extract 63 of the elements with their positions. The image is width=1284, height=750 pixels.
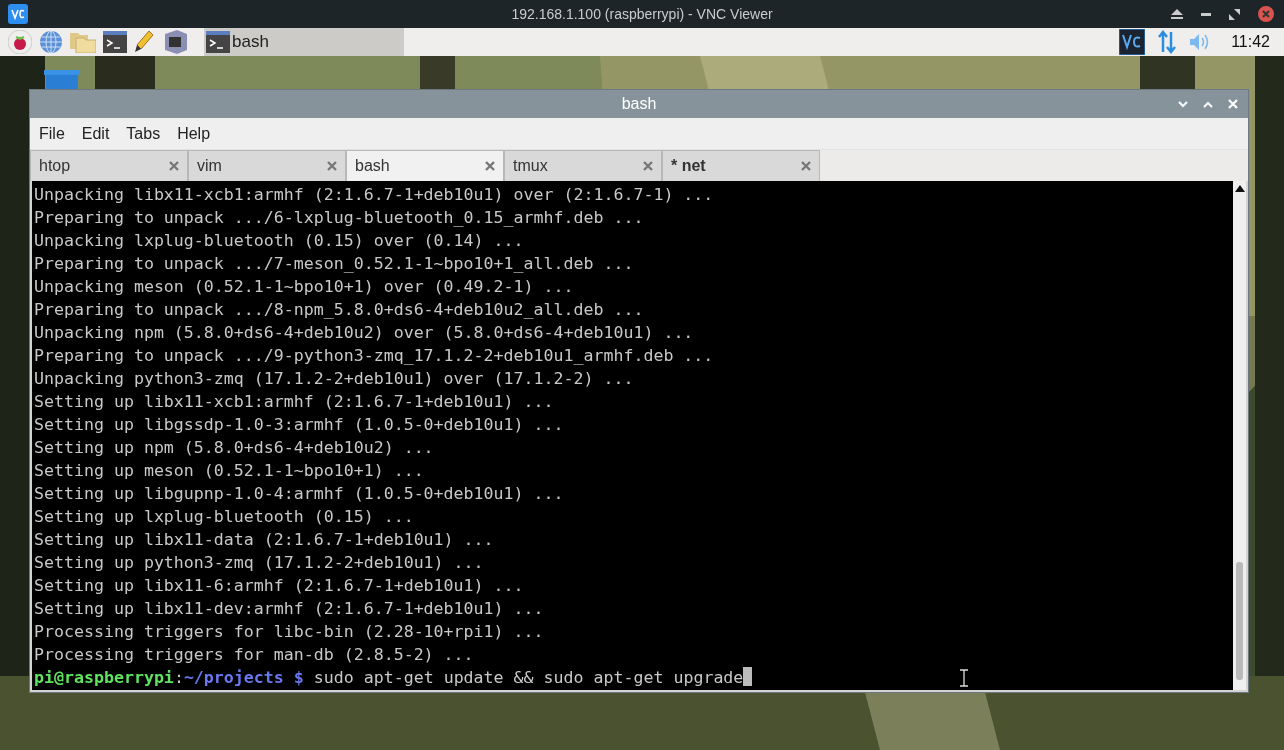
clock: 11:42 (1231, 33, 1270, 51)
pencil-icon[interactable] (134, 30, 154, 54)
tab[interactable]: tmux (504, 150, 662, 181)
eject-icon[interactable] (1171, 9, 1183, 19)
prompt-path: ~/projects $ (183, 668, 304, 687)
output-line: Unpacking lxplug-bluetooth (0.15) over (0.14) ... (34, 230, 525, 252)
viewer-title: 192.168.1.100 (raspberrypi) - VNC Viewer (511, 6, 773, 22)
close-icon[interactable] (1228, 99, 1238, 109)
output-line: Setting up meson (0.52.1-1~bpo10+1) ... (34, 460, 425, 482)
prompt-user-host: pi@raspberrypi (34, 668, 174, 687)
output-line: Preparing to unpack .../9-python3-zmq_17.1.2-2+deb10u1_armhf.deb ... (34, 345, 715, 367)
scrollbar-thumb[interactable] (1236, 562, 1243, 680)
output-line: Setting up npm (5.8.0+ds6-4+deb10u2) ... (34, 437, 435, 459)
vnc-logo-icon (8, 4, 28, 24)
close-tab-icon[interactable] (169, 161, 179, 171)
text-cursor-icon (960, 669, 968, 687)
menu-item[interactable]: File (39, 124, 65, 143)
output-line: Setting up libx11-xcb1:armhf (2:1.6.7-1+deb10u1) ... (34, 391, 555, 413)
vnc-tray-icon[interactable] (1119, 29, 1146, 55)
menu-item[interactable]: Help (177, 124, 211, 143)
tab[interactable]: vim (188, 150, 346, 181)
task-button[interactable]: bash (204, 28, 404, 56)
output-line: Setting up python3-zmq (17.1.2-2+deb10u1) ... (34, 552, 485, 574)
output-line: Processing triggers for man-db (2.8.5-2) ... (34, 644, 475, 666)
output-line: Unpacking libx11-xcb1:armhf (2:1.6.7-1+deb10u1) over (2:1.6.7-1) ... (34, 184, 715, 206)
close-tab-icon[interactable] (327, 161, 337, 171)
window-title: bash (621, 95, 657, 113)
scrollbar[interactable] (1233, 181, 1246, 690)
output-line: Setting up libgupnp-1.0-4:armhf (1.0.5-0+deb10u1) ... (34, 483, 565, 505)
output-line: Processing triggers for libc-bin (2.28-10+rpi1) ... (34, 621, 545, 643)
output-line: Setting up libx11-dev:armhf (2:1.6.7-1+deb10u1) ... (34, 598, 545, 620)
tab[interactable]: bash (346, 150, 504, 181)
close-tab-icon[interactable] (801, 161, 811, 171)
menu-item[interactable]: Edit (81, 124, 110, 143)
output-line: Unpacking python3-zmq (17.1.2-2+deb10u1) over (17.1.2-2) ... (34, 368, 635, 390)
output-line: Preparing to unpack .../7-meson_0.52.1-1~bpo10+1_all.deb ... (34, 253, 635, 275)
raspberry-icon[interactable] (8, 30, 32, 54)
minimize-icon[interactable] (1201, 12, 1211, 16)
prompt-separator: : (173, 668, 184, 687)
command-text: sudo apt-get update && sudo apt-get upgrade (313, 668, 744, 687)
terminal-icon[interactable] (103, 31, 127, 53)
terminal-icon (206, 31, 230, 53)
close-tab-icon[interactable] (643, 161, 653, 171)
scroll-up-icon[interactable] (1234, 185, 1245, 192)
folder-icon[interactable] (70, 31, 96, 53)
network-arrows-icon[interactable] (1157, 30, 1178, 54)
output-line: Setting up libx11-6:armhf (2:1.6.7-1+deb10u1) ... (34, 575, 525, 597)
text-cursor (743, 667, 753, 686)
restore-icon[interactable] (1229, 8, 1240, 20)
tab[interactable]: htop (30, 150, 188, 181)
output-line: Unpacking meson (0.52.1-1~bpo10+1) over (0.49.2-1) ... (34, 276, 575, 298)
output-line: Setting up lxplug-bluetooth (0.15) ... (34, 506, 415, 528)
output-line: Preparing to unpack .../6-lxplug-bluetooth_0.15_armhf.deb ... (34, 207, 645, 229)
output-line: Unpacking npm (5.8.0+ds6-4+deb10u2) over (5.8.0+ds6-4+deb10u1) ... (34, 322, 695, 344)
globe-icon[interactable] (39, 30, 63, 54)
output-line: Preparing to unpack .../8-npm_5.8.0+ds6-4+deb10u2_all.deb ... (34, 299, 645, 321)
output-line: Setting up libx11-data (2:1.6.7-1+deb10u1) ... (34, 529, 495, 551)
maximize-icon[interactable] (1203, 100, 1213, 108)
close-icon[interactable] (1258, 6, 1274, 22)
menu-item[interactable]: Tabs (126, 124, 161, 143)
tab[interactable]: * net (662, 150, 820, 181)
close-tab-icon[interactable] (485, 161, 495, 171)
output-line: Setting up libgssdp-1.0-3:armhf (1.0.5-0+deb10u1) ... (34, 414, 565, 436)
